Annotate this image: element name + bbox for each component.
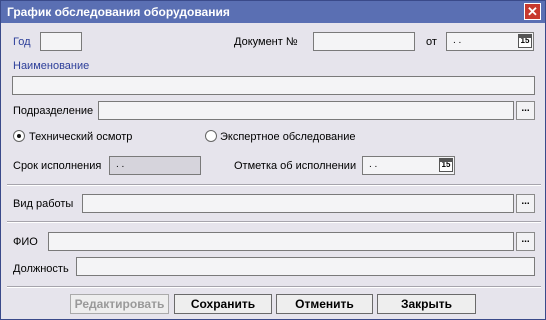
- fio-input[interactable]: [48, 232, 514, 251]
- from-label: от: [426, 36, 437, 48]
- document-number-input[interactable]: [313, 32, 415, 51]
- completion-label: Отметка об исполнении: [234, 160, 357, 172]
- fio-label: ФИО: [13, 236, 38, 248]
- calendar-icon[interactable]: 15: [518, 34, 532, 48]
- fio-ellipsis-icon[interactable]: ...: [516, 232, 535, 251]
- name-input[interactable]: [12, 76, 535, 95]
- divider: [7, 286, 541, 288]
- document-date-input[interactable]: . . 15: [446, 32, 534, 51]
- deadline-label: Срок исполнения: [13, 160, 102, 172]
- calendar-icon[interactable]: 15: [439, 158, 453, 172]
- position-label: Должность: [13, 263, 69, 275]
- work-type-label: Вид работы: [13, 198, 74, 210]
- radio-technical-inspection[interactable]: [13, 130, 25, 142]
- close-icon[interactable]: ✕: [524, 3, 541, 20]
- radio-expert-examination[interactable]: [205, 130, 217, 142]
- year-label: Год: [13, 36, 31, 48]
- title-bar[interactable]: График обследования оборудования ✕: [1, 1, 545, 23]
- work-type-ellipsis-icon[interactable]: ...: [516, 194, 535, 213]
- division-label: Подразделение: [13, 105, 94, 117]
- radio-expert-label[interactable]: Экспертное обследование: [220, 131, 356, 143]
- window-title: График обследования оборудования: [7, 5, 230, 19]
- cancel-button[interactable]: Отменить: [276, 294, 373, 314]
- division-ellipsis-icon[interactable]: ...: [516, 101, 535, 120]
- save-button[interactable]: Сохранить: [174, 294, 272, 314]
- year-input[interactable]: [40, 32, 82, 51]
- divider: [7, 221, 541, 223]
- document-label: Документ №: [234, 36, 298, 48]
- completion-date-input[interactable]: . . 15: [362, 156, 455, 175]
- dialog-window: График обследования оборудования ✕ Год Д…: [0, 0, 546, 320]
- division-input[interactable]: [98, 101, 514, 120]
- divider: [7, 184, 541, 186]
- work-type-input[interactable]: [82, 194, 514, 213]
- deadline-input: . .: [109, 156, 201, 175]
- radio-technical-label[interactable]: Технический осмотр: [29, 131, 132, 143]
- close-button[interactable]: Закрыть: [377, 294, 476, 314]
- position-input[interactable]: [76, 257, 535, 276]
- edit-button[interactable]: Редактировать: [70, 294, 169, 314]
- name-label: Наименование: [13, 60, 90, 72]
